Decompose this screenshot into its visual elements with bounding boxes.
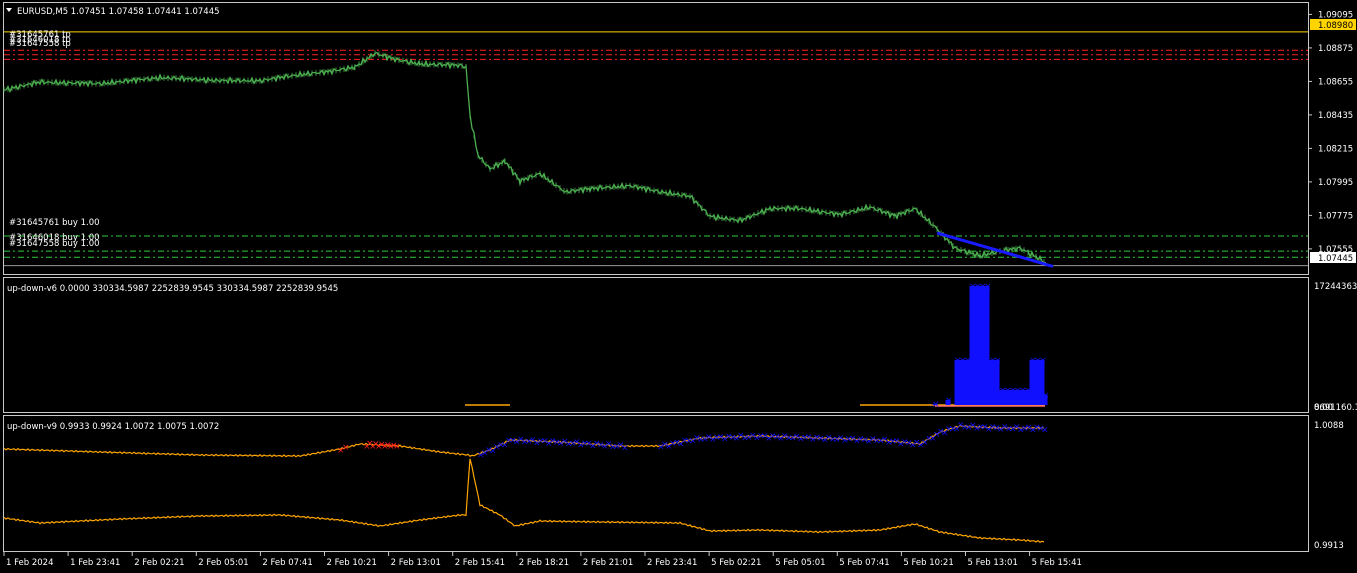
buy-label-3: #31647558 buy 1.00 [9,239,100,249]
time-tick-label: 5 Feb 02:21 [711,558,761,568]
indicator1-cross-mark: × [994,356,1002,366]
trading-chart[interactable]: EURUSD,M5 1.07451 1.07458 1.07441 1.0744… [0,0,1357,573]
tp-label-3: #31647558 tp [9,39,71,49]
time-tick-label: 5 Feb 05:01 [775,558,825,568]
indicator1-bar [959,360,965,405]
indicator1-cross-mark: × [945,396,953,406]
indicator1-bar [954,360,960,405]
time-tick-label: 2 Feb 23:41 [647,558,697,568]
indicator2-area[interactable]: ×× ××××××××××××××××××××××××××××××××××××××… [3,421,1049,544]
buy-label-1: #31645761 buy 1.00 [9,218,100,228]
indicator1-bar [994,360,1000,405]
price-tick-label: 1.07995 [1318,178,1353,188]
time-tick-label: 2 Feb 05:01 [198,558,248,568]
time-tick-label: 2 Feb 18:21 [519,558,569,568]
price-tick-label: 1.08875 [1318,44,1353,54]
time-tick-label: 5 Feb 07:41 [839,558,889,568]
indicator1-bar [989,360,995,405]
indicator2-bottom-label: 0.9913 [1314,541,1344,551]
indicator2-panel-frame [3,415,1309,552]
indicator2-down-mark: × [393,442,401,452]
time-tick-label: 5 Feb 15:41 [1032,558,1082,568]
indicator1-cross-mark: × [1039,356,1047,366]
price-tick-label: 1.08435 [1318,111,1353,121]
indicator2-header: up-down-v9 0.9933 0.9924 1.0072 1.0075 1… [7,422,219,432]
price-tick-label: 1.09095 [1318,10,1353,20]
indicator1-bar [984,286,990,405]
price-series [3,51,1047,264]
price-tick-label: 1.08655 [1318,77,1353,87]
indicator1-bar [1034,360,1040,405]
indicator1-panel-frame [3,277,1309,413]
indicator2-down-mark: × [342,443,350,453]
symbol-header: EURUSD,M5 1.07451 1.07458 1.07441 1.0744… [17,7,220,17]
indicator1-cross-mark: × [1042,391,1050,401]
time-axis: 1 Feb 2024 1 Feb 23:41 2 Feb 02:21 2 Feb 05… [3,552,1082,568]
symbol-dropdown-icon[interactable] [6,8,12,12]
indicator2-lower-line [3,458,1045,544]
indicator1-zero-label: 0.00 [1314,403,1333,413]
indicator1-bar [969,286,975,405]
indicator2-top-label: 1.0088 [1314,421,1344,431]
indicator2-up-mark: × [621,443,629,453]
time-tick-label: 2 Feb 15:41 [455,558,505,568]
indicator1-bar [1029,360,1035,405]
indicator1-bar [974,286,980,405]
indicator1-bar [964,360,970,405]
time-tick-label: 1 Feb 2024 [6,558,54,568]
highlight-price-value: 1.08980 [1318,21,1353,31]
price-tick-label: 1.08215 [1318,144,1353,154]
indicator1-cross-mark: × [984,282,992,292]
indicator1-header: up-down-v6 0.0000 330334.5987 2252839.95… [7,284,338,294]
indicator1-area[interactable]: × ×××××××××××××××××××× [465,282,1050,410]
price-chart-area[interactable] [3,31,1308,268]
main-panel-frame [3,2,1309,275]
time-tick-label: 5 Feb 10:21 [903,558,953,568]
indicator1-bar [979,286,985,405]
current-price-value: 1.07445 [1318,254,1353,264]
time-tick-label: 2 Feb 21:01 [583,558,633,568]
indicator1-cross-mark: × [932,400,940,410]
time-tick-label: 2 Feb 10:21 [327,558,377,568]
trend-line [936,231,1054,268]
indicator1-top-label: 17244363. [1314,282,1357,292]
indicator2-up-mark: × [1041,425,1049,435]
time-tick-label: 5 Feb 13:01 [968,558,1018,568]
time-tick-label: 1 Feb 23:41 [70,558,120,568]
price-axis: 1.09095 1.08875 1.08655 1.08435 1.08215 1.079… [1308,10,1353,255]
time-tick-label: 2 Feb 13:01 [391,558,441,568]
price-tick-label: 1.07775 [1318,211,1353,221]
time-tick-label: 2 Feb 02:21 [134,558,184,568]
time-tick-label: 2 Feb 07:41 [262,558,312,568]
